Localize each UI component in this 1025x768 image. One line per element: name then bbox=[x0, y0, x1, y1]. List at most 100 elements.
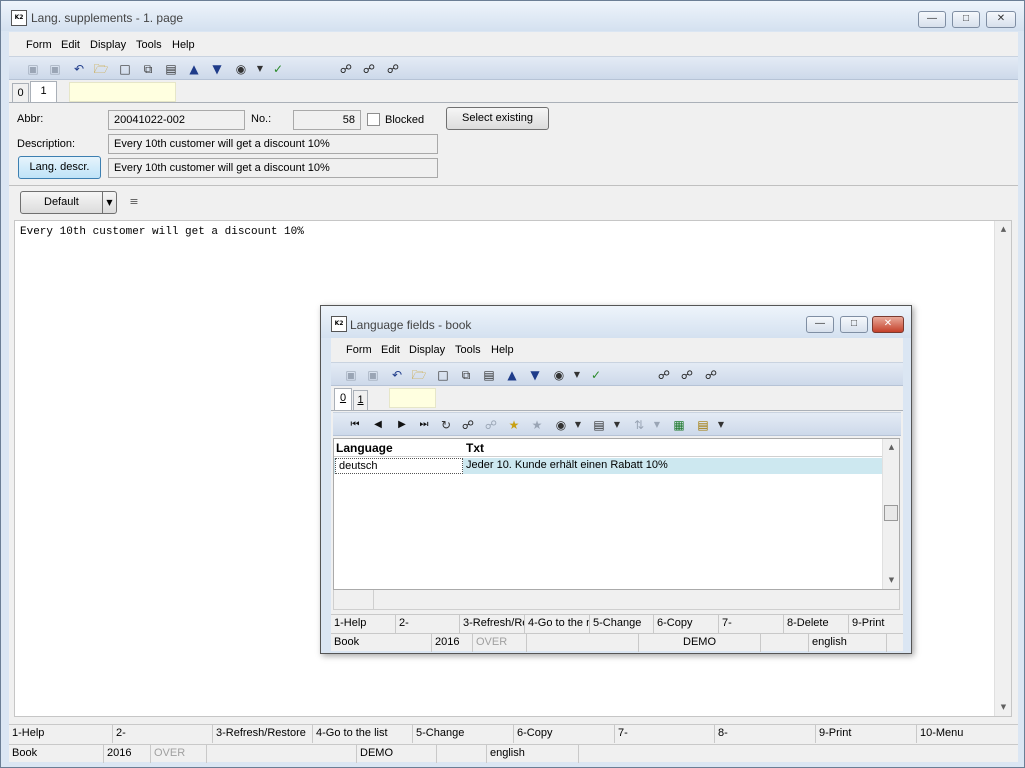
close-button[interactable]: ✕ bbox=[986, 11, 1016, 28]
first-record-icon[interactable]: ⏮ bbox=[347, 417, 363, 433]
dialog-camera-icon[interactable]: ◉ bbox=[551, 367, 567, 383]
find-next-icon[interactable]: ☍ bbox=[361, 61, 377, 77]
default-button[interactable]: Default ▼ bbox=[20, 191, 117, 214]
open-icon[interactable]: 🗁 bbox=[93, 61, 109, 77]
tab-search-field[interactable] bbox=[69, 82, 176, 102]
grid-scrollbar[interactable]: ▲ ▼ bbox=[882, 439, 899, 589]
dialog-menu-form[interactable]: Form bbox=[346, 344, 372, 356]
fkey-8[interactable]: 8- bbox=[715, 725, 816, 743]
cell-language[interactable]: deutsch bbox=[335, 458, 463, 474]
dialog-fkey-4[interactable]: 4-Go to the r bbox=[525, 615, 590, 633]
table-row[interactable]: deutsch Jeder 10. Kunde erhält einen Rab… bbox=[334, 458, 882, 474]
dialog-open-icon[interactable]: 🗁 bbox=[411, 367, 427, 383]
next-record-icon[interactable]: ▶ bbox=[394, 417, 410, 433]
dialog-fkey-6[interactable]: 6-Copy bbox=[654, 615, 719, 633]
dialog-fkey-1[interactable]: 1-Help bbox=[331, 615, 396, 633]
dialog-fkey-2[interactable]: 2- bbox=[396, 615, 460, 633]
menu-tools[interactable]: Tools bbox=[136, 39, 162, 51]
dialog-copy-icon[interactable]: ⧉ bbox=[458, 367, 474, 383]
fkey-2[interactable]: 2- bbox=[113, 725, 213, 743]
undo-icon[interactable]: ↶ bbox=[71, 61, 87, 77]
tab-0[interactable]: 0 bbox=[12, 83, 29, 103]
menu-edit[interactable]: Edit bbox=[61, 39, 80, 51]
dialog-menu-help[interactable]: Help bbox=[491, 344, 514, 356]
editor-scrollbar[interactable]: ▲ ▼ bbox=[994, 221, 1011, 716]
dialog-menu-edit[interactable]: Edit bbox=[381, 344, 400, 356]
nav-camera-dropdown-icon[interactable]: ▼ bbox=[570, 417, 586, 433]
dialog-find-next-icon[interactable]: ☍ bbox=[679, 367, 695, 383]
export-icon[interactable]: ▤ bbox=[591, 417, 607, 433]
dialog-save-icon[interactable]: ▣ bbox=[343, 367, 359, 383]
dialog-fkey-3[interactable]: 3-Refresh/Re bbox=[460, 615, 525, 633]
new-icon[interactable]: □ bbox=[117, 61, 133, 77]
scroll-down-icon[interactable]: ▼ bbox=[995, 699, 1012, 716]
lang-descr-field[interactable]: Every 10th customer will get a discount … bbox=[108, 158, 438, 178]
fkey-7[interactable]: 7- bbox=[615, 725, 715, 743]
refresh-icon[interactable]: ↻ bbox=[438, 417, 454, 433]
fkey-1[interactable]: 1-Help bbox=[9, 725, 113, 743]
camera-icon[interactable]: ◉ bbox=[233, 61, 249, 77]
export-dropdown-icon[interactable]: ▼ bbox=[609, 417, 625, 433]
excel-icon[interactable]: ▦ bbox=[671, 417, 687, 433]
dialog-tab-1[interactable]: 1 bbox=[353, 390, 368, 410]
menu-display[interactable]: Display bbox=[90, 39, 126, 51]
nav-camera-icon[interactable]: ◉ bbox=[553, 417, 569, 433]
dialog-minimize-button[interactable]: — bbox=[806, 316, 834, 333]
dialog-book-icon[interactable]: ▤ bbox=[481, 367, 497, 383]
dialog-dropdown-arrow-icon[interactable]: ▼ bbox=[569, 367, 585, 383]
dialog-tab-0[interactable]: 0 bbox=[334, 388, 352, 410]
format-icon[interactable]: ≡ bbox=[126, 194, 142, 210]
sort-dropdown-icon[interactable]: ▼ bbox=[649, 417, 665, 433]
nav-find-icon[interactable]: ☍ bbox=[460, 417, 476, 433]
dialog-filter-icon[interactable]: ✓ bbox=[588, 367, 604, 383]
report-dropdown-icon[interactable]: ▼ bbox=[713, 417, 729, 433]
select-existing-button[interactable]: Select existing bbox=[446, 107, 549, 130]
cell-txt[interactable]: Jeder 10. Kunde erhält einen Rabatt 10% bbox=[466, 459, 668, 471]
down-icon[interactable]: ▼ bbox=[209, 61, 225, 77]
column-language[interactable]: Language bbox=[336, 441, 393, 455]
default-dropdown-icon[interactable]: ▼ bbox=[102, 192, 116, 213]
minimize-button[interactable]: — bbox=[918, 11, 946, 28]
find-icon[interactable]: ☍ bbox=[338, 61, 354, 77]
book-icon[interactable]: ▤ bbox=[163, 61, 179, 77]
save-as-icon[interactable]: ▣ bbox=[47, 61, 63, 77]
dialog-undo-icon[interactable]: ↶ bbox=[389, 367, 405, 383]
dialog-fkey-7[interactable]: 7- bbox=[719, 615, 784, 633]
add-favorite-icon[interactable]: ★ bbox=[506, 417, 522, 433]
nav-find-next-icon[interactable]: ☍ bbox=[483, 417, 499, 433]
menu-help[interactable]: Help bbox=[172, 39, 195, 51]
grid-scroll-up-icon[interactable]: ▲ bbox=[883, 439, 900, 456]
grid-scroll-down-icon[interactable]: ▼ bbox=[883, 572, 900, 589]
dialog-tab-search-field[interactable] bbox=[389, 388, 436, 408]
dialog-fkey-8[interactable]: 8-Delete bbox=[784, 615, 849, 633]
save-icon[interactable]: ▣ bbox=[25, 61, 41, 77]
fkey-9[interactable]: 9-Print bbox=[816, 725, 917, 743]
tab-1[interactable]: 1 bbox=[30, 81, 57, 103]
dialog-status-grip[interactable] bbox=[887, 634, 903, 652]
grid-scroll-thumb[interactable] bbox=[884, 505, 898, 521]
dialog-fkey-9[interactable]: 9-Print bbox=[849, 615, 903, 633]
dialog-menu-tools[interactable]: Tools bbox=[455, 344, 481, 356]
fkey-3[interactable]: 3-Refresh/Restore bbox=[213, 725, 313, 743]
dialog-down-icon[interactable]: ▼ bbox=[527, 367, 543, 383]
last-record-icon[interactable]: ⏭ bbox=[416, 417, 432, 433]
prev-record-icon[interactable]: ◀ bbox=[370, 417, 386, 433]
no-field[interactable]: 58 bbox=[293, 110, 361, 130]
fkey-4[interactable]: 4-Go to the list bbox=[313, 725, 413, 743]
dialog-maximize-button[interactable]: □ bbox=[840, 316, 868, 333]
dialog-up-icon[interactable]: ▲ bbox=[504, 367, 520, 383]
filter-icon[interactable]: ✓ bbox=[270, 61, 286, 77]
dialog-find-prev-icon[interactable]: ☍ bbox=[703, 367, 719, 383]
menu-form[interactable]: Form bbox=[26, 39, 52, 51]
maximize-button[interactable]: □ bbox=[952, 11, 980, 28]
find-prev-icon[interactable]: ☍ bbox=[385, 61, 401, 77]
dialog-fkey-5[interactable]: 5-Change bbox=[590, 615, 654, 633]
copy-icon[interactable]: ⧉ bbox=[140, 61, 156, 77]
column-txt[interactable]: Txt bbox=[466, 441, 484, 455]
scroll-up-icon[interactable]: ▲ bbox=[995, 221, 1012, 238]
abbr-field[interactable]: 20041022-002 bbox=[108, 110, 245, 130]
dialog-find-icon[interactable]: ☍ bbox=[656, 367, 672, 383]
dialog-menu-display[interactable]: Display bbox=[409, 344, 445, 356]
fkey-5[interactable]: 5-Change bbox=[413, 725, 514, 743]
dropdown-arrow-icon[interactable]: ▼ bbox=[252, 61, 268, 77]
